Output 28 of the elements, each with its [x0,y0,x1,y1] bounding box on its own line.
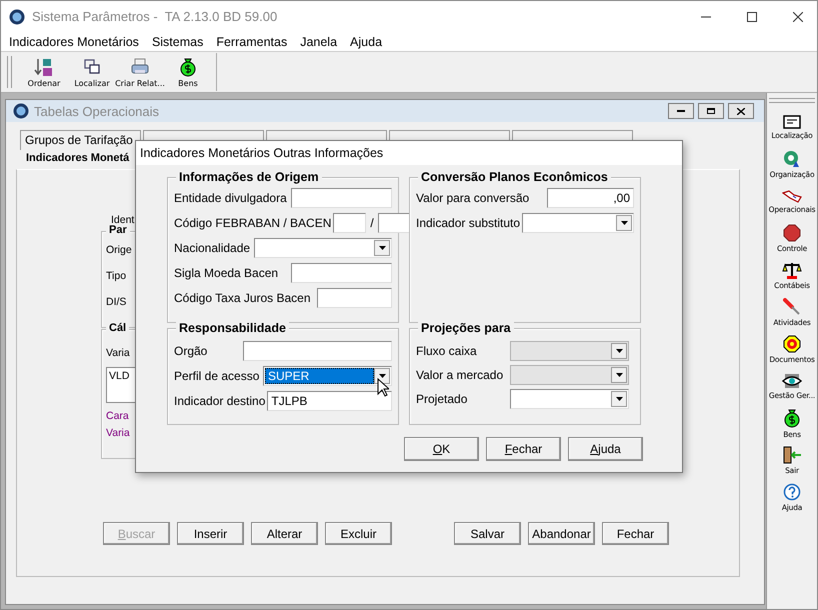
dialog-title: Indicadores Monetários Outras Informações [136,141,682,165]
field-label: Valor a mercado [416,368,504,382]
field-label: Indicador destino [174,394,266,408]
group-title: Responsabilidade [176,321,289,335]
field-label: Indicador substituto [416,216,520,230]
field-label: Fluxo caixa [416,344,477,358]
field-label: Entidade divulgadora [174,191,287,205]
group-title: Cál [106,322,130,334]
field-label: Ident [111,214,134,226]
field-label: Varia [106,346,130,361]
field-label: Orige [106,243,132,258]
field-label: Projetado [416,392,468,406]
group-title: Par [106,224,130,236]
field-label: DI/S [106,295,126,310]
group-title: Informações de Origem [176,170,322,184]
field-label: Sigla Moeda Bacen [174,266,278,280]
field-label: Perfil de acesso [174,369,260,383]
field-label: Nacionalidade [174,241,250,255]
field-label: Valor para conversão [416,191,530,205]
field-label: Orgão [174,344,208,358]
window-title: Tabelas Operacionais [34,104,160,118]
separator-text: / [370,216,374,230]
field-label: Código Taxa Juros Bacen [174,291,311,305]
group-title: Conversão Planos Econômicos [418,170,611,184]
window-title: Sistema Parâmetros - TA 2.13.0 BD 59.00 [32,9,278,24]
field-label: Tipo [106,269,126,284]
field-label: Código FEBRABAN / BACEN [174,216,332,230]
group-title: Projeções para [418,321,514,335]
